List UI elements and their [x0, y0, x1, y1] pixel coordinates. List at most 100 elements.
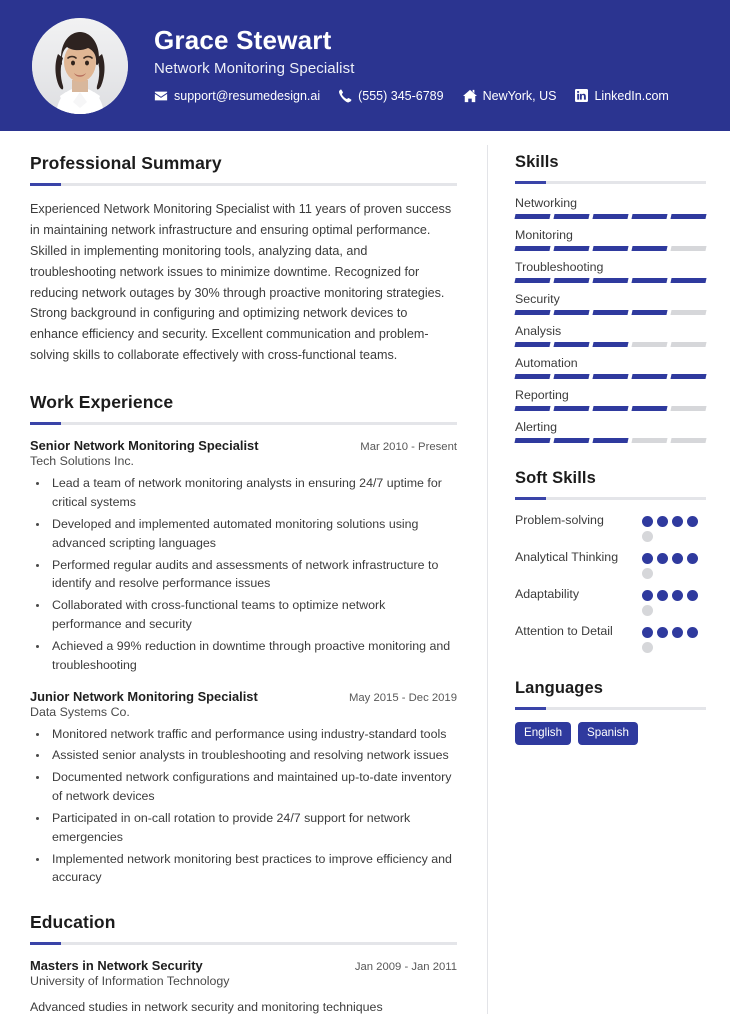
list-item: Lead a team of network monitoring analys… [49, 474, 457, 512]
contact-location[interactable]: NewYork, US [462, 89, 556, 103]
job-title: Network Monitoring Specialist [154, 59, 355, 77]
contact-list: support@resumedesign.ai (555) 345-6789 N… [154, 89, 669, 103]
education-date: Jan 2009 - Jan 2011 [354, 961, 457, 974]
rating-dot [657, 553, 668, 564]
section-professional-summary: Professional Summary Experienced Network… [30, 153, 457, 366]
soft-skill-row: Analytical Thinking [515, 549, 706, 579]
contact-email[interactable]: support@resumedesign.ai [154, 89, 320, 103]
list-item: Documented network configurations and ma… [49, 768, 457, 806]
skill-label: Alerting [515, 420, 558, 434]
experience-date: May 2015 - Dec 2019 [348, 691, 457, 704]
section-accent-rule [30, 422, 457, 426]
skill-segment [670, 246, 707, 251]
skill-segment [514, 374, 551, 379]
section-soft-skills: Soft Skills Problem-solving Analytical Th… [515, 469, 706, 653]
rating-dot [642, 627, 653, 638]
skill-segment [631, 310, 668, 315]
section-accent-rule [30, 183, 457, 186]
home-icon [462, 89, 477, 103]
section-work-experience: Work Experience Senior Network Monitorin… [30, 392, 457, 887]
main-column: Professional Summary Experienced Network… [0, 131, 487, 1024]
skill-row: Automation [514, 356, 707, 379]
skill-level-bar [514, 214, 707, 219]
section-title-experience: Work Experience [30, 392, 174, 413]
skill-segment [670, 438, 707, 443]
skill-segment [553, 214, 590, 219]
skill-level-bar [514, 278, 707, 283]
list-item: Assisted senior analysts in troubleshoot… [49, 746, 457, 765]
skill-segment [592, 342, 629, 347]
section-languages: Languages English Spanish [515, 679, 706, 746]
soft-skill-label: Analytical Thinking [515, 550, 619, 564]
soft-skill-label: Adaptability [515, 587, 580, 601]
skill-segment [592, 310, 629, 315]
entry-header: Masters in Network Security Jan 2009 - J… [30, 958, 457, 973]
section-accent-rule [30, 942, 457, 946]
rating-dot [642, 568, 653, 579]
rating-dot [687, 627, 698, 638]
education-school: University of Information Technology [30, 974, 230, 989]
skill-segment [553, 310, 590, 315]
skill-segment [514, 310, 551, 315]
skill-label: Networking [515, 196, 577, 210]
contact-phone[interactable]: (555) 345-6789 [339, 89, 444, 103]
avatar [32, 17, 128, 114]
skill-segment [514, 342, 551, 347]
skill-segment [670, 278, 707, 283]
entry-header: Senior Network Monitoring Specialist Mar… [30, 438, 457, 453]
skill-segment [592, 246, 629, 251]
skill-segment [631, 246, 668, 251]
rating-dot [642, 516, 653, 527]
skill-segment [514, 214, 551, 219]
rating-dot [687, 516, 698, 527]
sidebar-column: Skills Networking Monitoring Troubleshooti… [488, 131, 730, 1024]
contact-linkedin[interactable]: LinkedIn.com [575, 88, 669, 103]
experience-role: Junior Network Monitoring Specialist [30, 688, 258, 704]
rating-dot [672, 627, 683, 638]
section-accent-rule [515, 181, 706, 184]
resume-header: Grace Stewart Network Monitoring Special… [0, 0, 730, 131]
list-item: Achieved a 99% reduction in downtime thr… [49, 637, 457, 675]
skill-label: Automation [515, 356, 578, 370]
skill-segment [631, 214, 668, 219]
rating-dot [657, 590, 668, 601]
education-entry: Masters in Network Security Jan 2009 - J… [30, 958, 457, 1017]
experience-bullets: Lead a team of network monitoring analys… [30, 474, 457, 674]
skill-level-bar [514, 342, 707, 347]
soft-skill-label: Attention to Detail [515, 624, 613, 638]
rating-dot [642, 531, 653, 542]
skill-segment [631, 278, 668, 283]
skill-segment [553, 374, 590, 379]
skill-row: Networking [514, 196, 707, 219]
skill-segment [670, 374, 707, 379]
section-accent-rule [515, 707, 706, 710]
summary-text: Experienced Network Monitoring Specialis… [30, 202, 452, 363]
rating-dot [687, 553, 698, 564]
skill-segment [631, 406, 668, 411]
resume-body: Professional Summary Experienced Network… [0, 131, 730, 1024]
skill-segment [592, 438, 629, 443]
skill-segment [631, 438, 668, 443]
resume-page: Grace Stewart Network Monitoring Special… [0, 0, 730, 1024]
experience-company: Data Systems Co. [30, 704, 130, 719]
contact-linkedin-label: LinkedIn.com [594, 88, 669, 103]
list-item: Monitored network traffic and performanc… [49, 725, 457, 744]
experience-entry: Senior Network Monitoring Specialist Mar… [30, 438, 457, 674]
skill-segment [514, 438, 551, 443]
skill-row: Security [514, 292, 707, 315]
experience-date: Mar 2010 - Present [360, 441, 457, 454]
skill-row: Reporting [514, 388, 707, 411]
language-chip: Spanish [578, 722, 638, 746]
language-chip: English [515, 722, 572, 746]
skill-segment [670, 214, 707, 219]
soft-skill-label: Problem-solving [515, 513, 604, 527]
skill-label: Monitoring [515, 228, 573, 242]
page-title: Grace Stewart [154, 25, 332, 56]
rating-dot [657, 516, 668, 527]
list-item: Performed regular audits and assessments… [49, 556, 457, 594]
section-title-skills: Skills [515, 153, 559, 171]
list-item: Implemented network monitoring best prac… [49, 850, 457, 888]
skill-segment [514, 246, 551, 251]
header-text-block: Grace Stewart Network Monitoring Special… [154, 26, 669, 104]
experience-company: Tech Solutions Inc. [30, 454, 135, 469]
